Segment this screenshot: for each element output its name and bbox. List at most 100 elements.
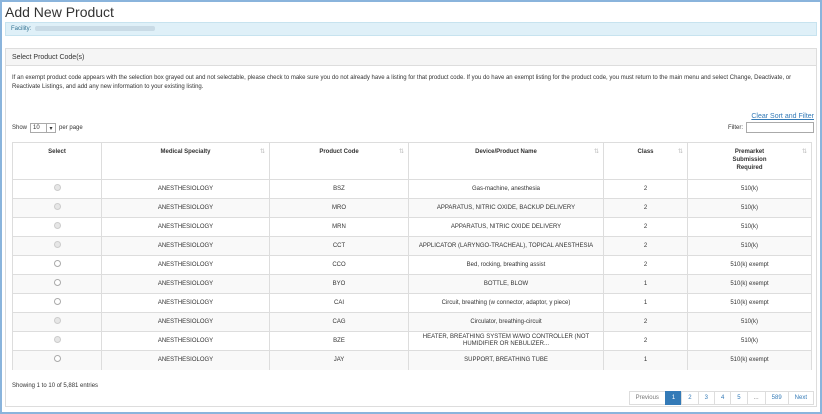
page-button-1[interactable]: 1 bbox=[664, 391, 683, 405]
select-radio bbox=[53, 203, 61, 210]
device-name-cell: APPARATUS, NITRIC OXIDE DELIVERY bbox=[408, 217, 604, 237]
per-page-label: per page bbox=[59, 125, 83, 131]
table-row[interactable]: ANESTHESIOLOGY MRO APPARATUS, NITRIC OXIDE… bbox=[12, 198, 812, 218]
specialty-cell: ANESTHESIOLOGY bbox=[101, 217, 270, 237]
page-button-5[interactable]: 5 bbox=[730, 391, 748, 405]
device-name-cell: HEATER, BREATHING SYSTEM W/WO CONTROLLER… bbox=[408, 331, 604, 351]
page-length-control: Show 10 ▾ per page bbox=[12, 123, 83, 133]
premarket-cell: 510(k) bbox=[687, 217, 812, 237]
table-row[interactable]: ANESTHESIOLOGY MRN APPARATUS, NITRIC OXIDE… bbox=[12, 217, 812, 237]
select-radio[interactable] bbox=[53, 279, 61, 286]
product-code-cell: MRO bbox=[269, 198, 409, 218]
product-code-table: Select Medical Specialty ⇅ Product Code ⇅ … bbox=[12, 142, 812, 370]
filter-control: Filter: bbox=[728, 122, 814, 133]
select-cell bbox=[12, 179, 102, 199]
product-code-cell: JAY bbox=[269, 350, 409, 370]
product-code-cell: BSZ bbox=[269, 179, 409, 199]
device-name-cell: SUPPORT, BREATHING TUBE bbox=[408, 350, 604, 370]
select-cell bbox=[12, 217, 102, 237]
col-header-device-name[interactable]: Device/Product Name ⇅ bbox=[408, 142, 604, 180]
table-row[interactable]: ANESTHESIOLOGY CAI Circuit, breathing (w c… bbox=[12, 293, 812, 313]
select-radio[interactable] bbox=[53, 260, 61, 267]
product-code-cell: CCT bbox=[269, 236, 409, 256]
page-ellipsis: ... bbox=[746, 391, 766, 405]
page-title: Add New Product bbox=[5, 4, 114, 20]
premarket-cell: 510(k) bbox=[687, 312, 812, 332]
class-cell: 2 bbox=[603, 179, 688, 199]
panel-heading: Select Product Code(s) bbox=[6, 49, 816, 66]
page-button-4[interactable]: 4 bbox=[713, 391, 732, 405]
product-code-cell: CAG bbox=[269, 312, 409, 332]
table-row[interactable]: ANESTHESIOLOGY BSZ Gas-machine, anesthesia… bbox=[12, 179, 812, 199]
sort-icon: ⇅ bbox=[593, 149, 599, 155]
per-page-value: 10 bbox=[33, 125, 40, 131]
pagination: Previous 1 2 3 4 5... 589 Next bbox=[628, 391, 814, 405]
select-cell bbox=[12, 331, 102, 351]
class-cell: 1 bbox=[603, 350, 688, 370]
select-radio bbox=[53, 336, 61, 343]
premarket-cell: 510(k) exempt bbox=[687, 274, 812, 294]
sort-icon: ⇅ bbox=[259, 149, 265, 155]
col-header-select: Select bbox=[12, 142, 102, 180]
sort-icon: ⇅ bbox=[801, 149, 807, 155]
class-cell: 2 bbox=[603, 312, 688, 332]
table-row[interactable]: ANESTHESIOLOGY CAG Circulator, breathing-c… bbox=[12, 312, 812, 332]
select-cell bbox=[12, 312, 102, 332]
device-name-cell: Circuit, breathing (w connector, adaptor… bbox=[408, 293, 604, 313]
device-name-cell: BOTTLE, BLOW bbox=[408, 274, 604, 294]
table-row[interactable]: ANESTHESIOLOGY BYO BOTTLE, BLOW 1 510(k) exe… bbox=[12, 274, 812, 294]
facility-label: Facility: bbox=[11, 26, 32, 33]
sort-icon: ⇅ bbox=[677, 149, 683, 155]
filter-input[interactable] bbox=[746, 122, 814, 133]
select-radio bbox=[53, 241, 61, 248]
col-header-product-code[interactable]: Product Code ⇅ bbox=[269, 142, 409, 180]
select-cell bbox=[12, 236, 102, 256]
premarket-cell: 510(k) exempt bbox=[687, 293, 812, 313]
col-header-class[interactable]: Class ⇅ bbox=[603, 142, 688, 180]
col-header-premarket[interactable]: Premarket Submission Required ⇅ bbox=[687, 142, 812, 180]
chevron-down-icon: ▾ bbox=[46, 124, 55, 132]
premarket-cell: 510(k) bbox=[687, 179, 812, 199]
select-cell bbox=[12, 293, 102, 313]
class-cell: 2 bbox=[603, 331, 688, 351]
device-name-cell: APPLICATOR (LARYNGO-TRACHEAL), TOPICAL A… bbox=[408, 236, 604, 256]
product-code-panel: Select Product Code(s) If an exempt prod… bbox=[5, 48, 817, 407]
class-cell: 1 bbox=[603, 274, 688, 294]
col-header-medical-specialty[interactable]: Medical Specialty ⇅ bbox=[101, 142, 270, 180]
select-radio bbox=[53, 184, 61, 191]
product-code-cell: BYO bbox=[269, 274, 409, 294]
sort-icon: ⇅ bbox=[398, 149, 404, 155]
select-radio[interactable] bbox=[53, 355, 61, 363]
specialty-cell: ANESTHESIOLOGY bbox=[101, 350, 270, 370]
table-info: Showing 1 to 10 of 5,881 entries bbox=[12, 383, 99, 389]
select-radio[interactable] bbox=[53, 298, 61, 305]
class-cell: 2 bbox=[603, 236, 688, 256]
per-page-select[interactable]: 10 ▾ bbox=[30, 123, 57, 133]
clear-sort-filter-link[interactable]: Clear Sort and Filter bbox=[751, 113, 814, 120]
next-page-button[interactable]: Next bbox=[787, 391, 814, 405]
select-cell bbox=[12, 198, 102, 218]
premarket-cell: 510(k) bbox=[687, 236, 812, 256]
filter-label: Filter: bbox=[728, 124, 743, 131]
page-button-589[interactable]: 589 bbox=[764, 391, 789, 405]
table-row[interactable]: ANESTHESIOLOGY JAY SUPPORT, BREATHING TUBE… bbox=[12, 350, 812, 370]
product-code-cell: CAI bbox=[269, 293, 409, 313]
class-cell: 2 bbox=[603, 255, 688, 275]
page-button-2[interactable]: 2 bbox=[681, 391, 699, 405]
select-radio bbox=[53, 317, 61, 324]
table-header-row: Select Medical Specialty ⇅ Product Code ⇅ … bbox=[12, 142, 812, 180]
show-label: Show bbox=[12, 125, 28, 131]
previous-page-button[interactable]: Previous bbox=[628, 391, 666, 405]
table-row[interactable]: ANESTHESIOLOGY BZE HEATER, BREATHING SYSTE… bbox=[12, 331, 812, 351]
premarket-cell: 510(k) exempt bbox=[687, 350, 812, 370]
specialty-cell: ANESTHESIOLOGY bbox=[101, 293, 270, 313]
select-radio bbox=[53, 222, 61, 229]
table-row[interactable]: ANESTHESIOLOGY CCT APPLICATOR (LARYNGO-TRA… bbox=[12, 236, 812, 256]
table-row[interactable]: ANESTHESIOLOGY CCO Bed, rocking, breathing… bbox=[12, 255, 812, 275]
page-button-3[interactable]: 3 bbox=[697, 391, 715, 405]
facility-bar: Facility: bbox=[5, 22, 817, 36]
device-name-cell: Circulator, breathing-circuit bbox=[408, 312, 604, 332]
select-cell bbox=[12, 255, 102, 275]
product-code-cell: BZE bbox=[269, 331, 409, 351]
select-cell bbox=[12, 350, 102, 370]
